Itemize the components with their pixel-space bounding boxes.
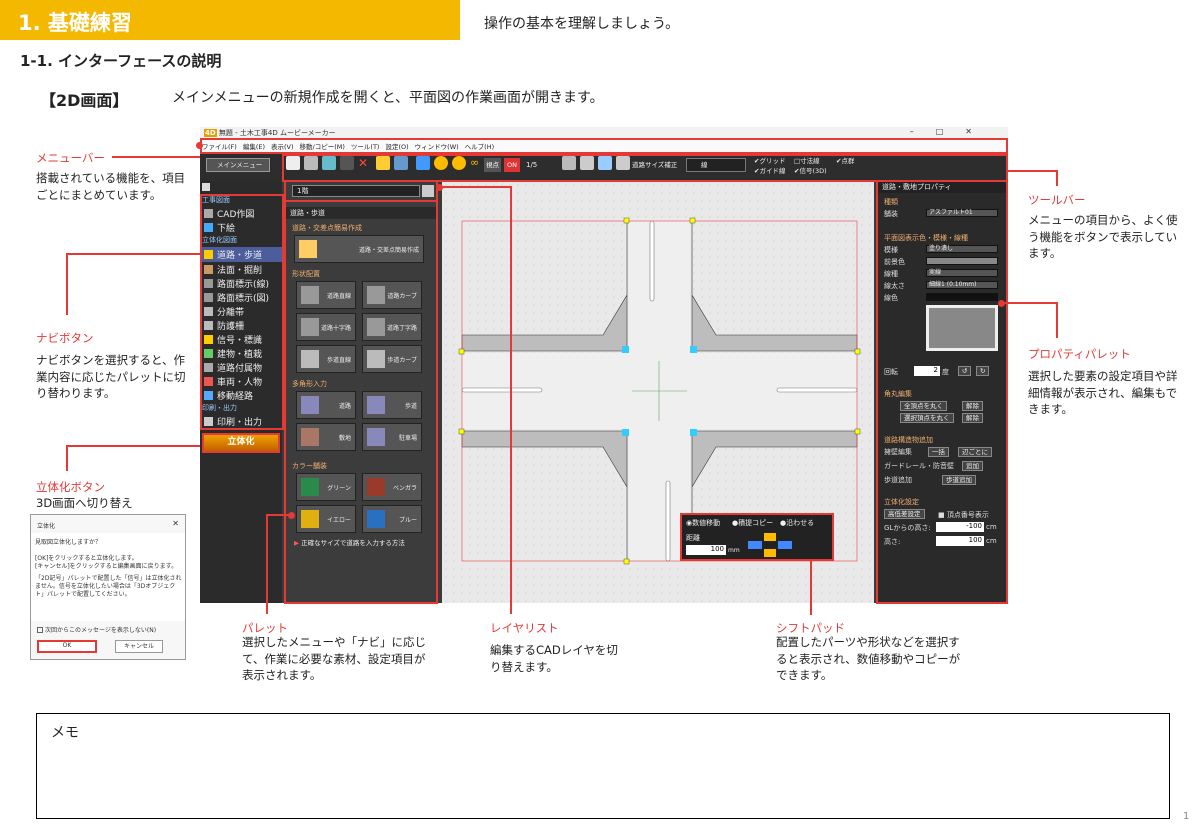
annotation-layer-title: レイヤリスト [490, 621, 559, 635]
annotation-property-desc: 選択した要素の設定項目や詳細情報が表示され、編集もできます。 [1028, 369, 1178, 417]
mode-tag: 【2D画面】 [40, 91, 129, 110]
app-logo-icon: 4D [204, 129, 217, 137]
annotation-menubar-desc: 搭載されている機能を、項目ごとにまとめています。 [36, 171, 186, 202]
annotation-line [66, 253, 200, 255]
annotation-navi-title: ナビボタン [36, 331, 94, 345]
annotation-line [112, 156, 200, 158]
annotation-line [1008, 170, 1058, 172]
highlight-property [876, 180, 1008, 604]
dialog-title: 立体化 [37, 523, 56, 530]
sidewalk-nw [461, 221, 628, 352]
main-menu-button[interactable]: メインメニュー [206, 158, 270, 172]
annotation-rittai-desc: 3D画面へ切り替え [36, 496, 133, 510]
annotation-layer-desc: 編集するCADレイヤを切り替えます。 [490, 643, 618, 674]
window-controls[interactable]: –□✕ [910, 127, 994, 136]
annotation-property-title: プロパティパレット [1028, 347, 1131, 361]
sidewalk-sw [461, 430, 628, 561]
annotation-line [266, 514, 290, 516]
page-number: 1 [1183, 811, 1190, 822]
app-title: 無題 - 土木工事4D ムービーメーカー [218, 129, 336, 137]
annotation-line [266, 514, 268, 614]
sidewalk-ne [691, 221, 858, 352]
annotation-menubar-title: メニューバー [36, 151, 105, 165]
highlight-menubar [200, 138, 1008, 154]
dialog-question: 見取図立体化しますか？ [35, 539, 102, 546]
cancel-button[interactable]: キャンセル [115, 640, 163, 653]
highlight-shiftpad [680, 513, 834, 561]
annotation-line [1056, 302, 1058, 338]
memo-label: メモ [51, 725, 79, 741]
dialog-checkbox[interactable]: 次回からこのメッセージを表示しない(N) [37, 625, 156, 634]
dialog-line2: [キャンセル]をクリックすると編集画面に戻ります。 [35, 563, 178, 570]
annotation-line [810, 561, 812, 615]
highlight-layer [284, 180, 438, 202]
annotation-toolbar-title: ツールバー [1028, 193, 1086, 207]
rittai-button[interactable]: 立体化 [202, 433, 280, 453]
close-icon[interactable]: ✕ [172, 519, 179, 528]
header-subtitle: 操作の基本を理解しましょう。 [484, 16, 680, 32]
ok-button[interactable]: OK [37, 640, 97, 653]
highlight-toolbar [282, 154, 1008, 182]
collapse-icon[interactable] [202, 183, 210, 191]
mode-description: メインメニューの新規作成を開くと、平面図の作業画面が開きます。 [172, 90, 604, 106]
annotation-line [510, 186, 512, 614]
confirm-dialog: 立体化 ✕ 見取図立体化しますか？ [OK]をクリックすると立体化します。 [キ… [30, 514, 186, 660]
annotation-line [1004, 302, 1058, 304]
annotation-toolbar-desc: メニューの項目から、よく使う機能をボタンで表示しています。 [1028, 213, 1178, 261]
annotation-dot [196, 142, 203, 149]
annotation-line [1056, 170, 1058, 186]
annotation-line [66, 253, 68, 315]
annotation-line [66, 445, 68, 471]
highlight-navi [200, 194, 284, 430]
annotation-rittai-title: 立体化ボタン [36, 480, 105, 494]
annotation-navi-desc: ナビボタンを選択すると、作業内容に応じたパレットに切り替わります。 [36, 353, 186, 401]
annotation-line [440, 186, 510, 188]
annotation-palette-desc: 選択したメニューや「ナビ」に応じて、作業に必要な素材、設定項目が表示されます。 [242, 635, 426, 683]
highlight-palette [284, 180, 438, 604]
memo-box[interactable]: メモ [36, 713, 1170, 819]
section-title: 1-1. インターフェースの説明 [20, 52, 222, 70]
page-header: 1. 基礎練習 [0, 0, 460, 40]
dialog-line3: 「2D記号」パレットで配置した「信号」は立体化されません。信号を立体化したい場合… [35, 575, 182, 598]
annotation-shift-desc: 配置したパーツや形状などを選択すると表示され、数値移動やコピーができます。 [776, 635, 961, 683]
annotation-line [66, 445, 200, 447]
